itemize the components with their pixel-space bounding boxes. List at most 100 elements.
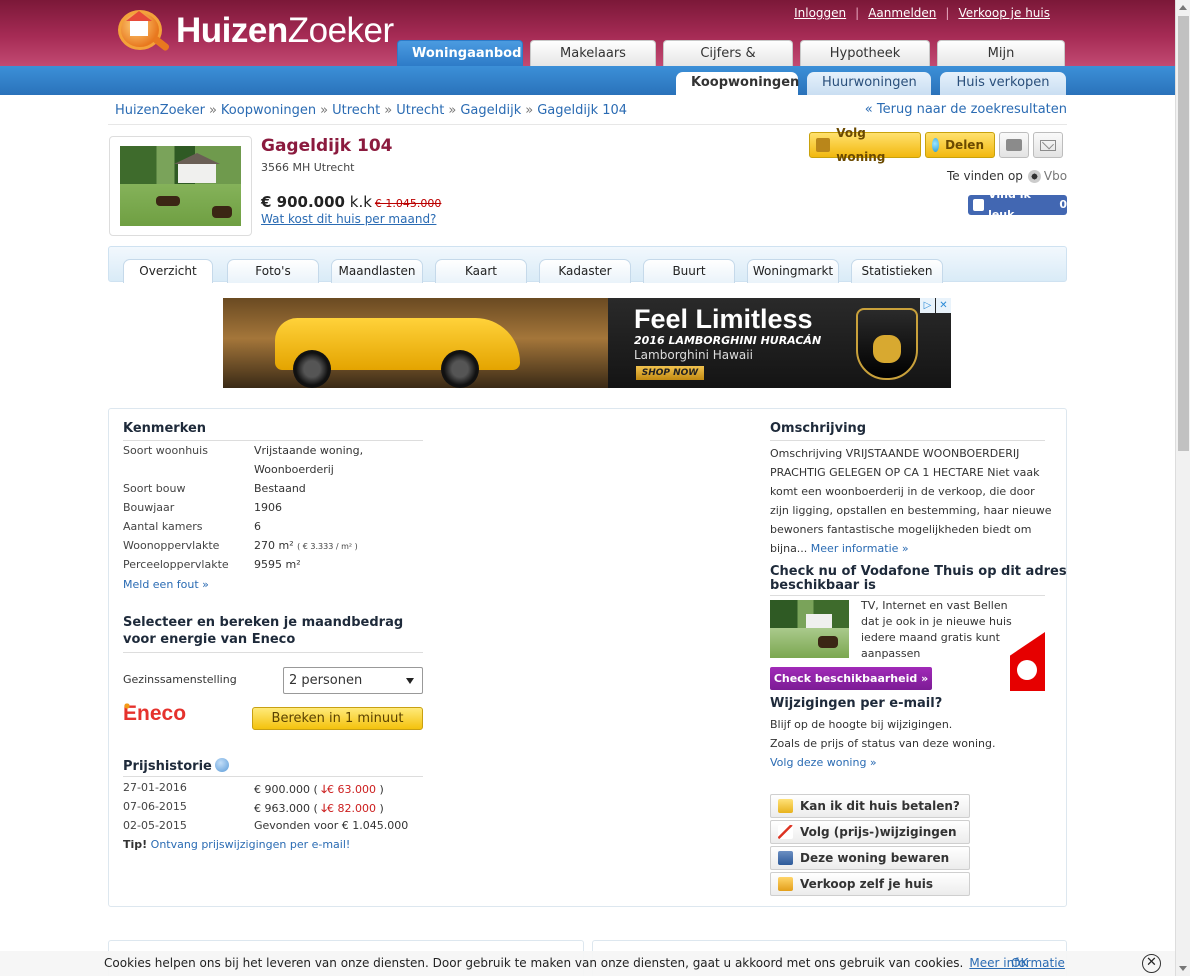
property-title: Gageldijk 104 <box>261 136 393 156</box>
register-link[interactable]: Aanmelden <box>868 6 936 20</box>
kenmerk-value: 6 <box>254 520 261 533</box>
ad-shop-now-button[interactable]: SHOP NOW <box>636 366 704 380</box>
site-logo[interactable]: HuizenZoeker <box>112 6 394 56</box>
sub-nav: Koopwoningen Huurwoningen Huis verkopen <box>676 72 1066 95</box>
tab-fotos[interactable]: Foto's <box>227 259 319 283</box>
sell-house-link[interactable]: Verkoop je huis <box>958 6 1050 20</box>
cookie-bar: Cookies helpen ons bij het leveren van o… <box>0 951 1175 976</box>
cookie-ok-button[interactable]: OK <box>1011 951 1028 976</box>
subtab-huis-verkopen[interactable]: Huis verkopen <box>940 72 1066 95</box>
report-error-link[interactable]: Meld een fout » <box>123 578 323 591</box>
sell-yourself-button[interactable]: Verkoop zelf je huis <box>770 872 970 896</box>
price-alert-link[interactable]: Ontvang prijswijzigingen per e-mail! <box>151 838 351 851</box>
divider <box>123 440 423 441</box>
subtab-koopwoningen[interactable]: Koopwoningen <box>676 72 799 95</box>
kenmerken-table: Soort woonhuis Vrijstaande woning, Woonbo… <box>123 444 423 604</box>
history-price: € 963.000 ( 🡓€ 82.000 ) <box>254 802 384 815</box>
kenmerk-label: Bouwjaar <box>123 501 175 514</box>
property-actions: Volg woning Delen <box>809 126 1063 164</box>
household-select[interactable]: 2 personen <box>283 667 423 694</box>
cookie-text: Cookies helpen ons bij het leveren van o… <box>104 956 1065 970</box>
ad-choices[interactable]: ▷ ✕ <box>920 298 951 313</box>
eneco-logo: Eneco <box>121 700 187 725</box>
breadcrumb-street[interactable]: Gageldijk <box>460 103 521 118</box>
breadcrumb-province[interactable]: Utrecht <box>332 103 380 118</box>
tab-overzicht[interactable]: Overzicht <box>123 259 213 283</box>
follow-property-button[interactable]: Volg woning <box>809 126 921 164</box>
breadcrumb-koopwoningen[interactable]: Koopwoningen <box>221 103 316 118</box>
property-thumbnail[interactable] <box>109 136 252 236</box>
page-scrollbar[interactable] <box>1175 0 1190 976</box>
scroll-down-icon[interactable] <box>1179 966 1187 971</box>
monthly-cost-link[interactable]: Wat kost dit huis per maand? <box>261 212 436 226</box>
scroll-thumb[interactable] <box>1178 16 1189 451</box>
tab-hypotheek[interactable]: Hypotheek <box>800 40 930 66</box>
logo-text: HuizenZoeker <box>176 11 394 50</box>
save-property-button[interactable]: Deze woning bewaren <box>770 846 970 870</box>
history-price: € 900.000 ( 🡓€ 63.000 ) <box>254 783 384 796</box>
divider <box>770 440 1045 441</box>
tab-statistieken[interactable]: Statistieken <box>851 259 943 283</box>
tab-buurt[interactable]: Buurt <box>643 259 735 283</box>
breadcrumb-current[interactable]: Gageldijk 104 <box>537 103 627 118</box>
ad-model: 2016 LAMBORGHINI HURACÁN <box>634 334 822 347</box>
follow-this-property-link[interactable]: Volg deze woning » <box>770 756 877 769</box>
vodafone-title-1: Check nu of Vodafone Thuis op dit adres <box>770 564 1067 579</box>
property-address: 3566 MH Utrecht <box>261 161 355 174</box>
kenmerken-title: Kenmerken <box>123 421 207 436</box>
old-price: € 1.045.000 <box>374 197 442 210</box>
email-line-2: Zoals de prijs of status van deze woning… <box>770 737 996 750</box>
breadcrumb-home[interactable]: HuizenZoeker <box>115 103 205 118</box>
email-button[interactable] <box>1033 132 1063 158</box>
tab-cijfers-trends[interactable]: Cijfers & Trends <box>663 40 793 86</box>
tab-mijn-huizenzoeker[interactable]: Mijn HuizenZoeker <box>937 40 1065 86</box>
kenmerk-label: Soort woonhuis <box>123 444 208 457</box>
kenmerk-value: 1906 <box>254 501 282 514</box>
tab-maandlasten[interactable]: Maandlasten <box>331 259 423 283</box>
price-history-table: 27-01-2016 € 900.000 ( 🡓€ 63.000 ) 07-06-… <box>123 781 423 841</box>
calculate-button[interactable]: Bereken in 1 minuut <box>252 707 423 730</box>
tab-kadaster[interactable]: Kadaster <box>539 259 631 283</box>
separator: | <box>855 6 860 20</box>
ad-headline: Feel Limitless <box>634 304 813 334</box>
kenmerk-value: 9595 m² <box>254 558 301 571</box>
breadcrumb: HuizenZoeker» Koopwoningen» Utrecht» Utrech… <box>115 103 628 118</box>
main-nav: Woningaanbod Makelaars Cijfers & Trends … <box>397 40 1065 86</box>
history-date: 02-05-2015 <box>123 819 187 832</box>
tab-woningmarkt[interactable]: Woningmarkt <box>747 259 839 283</box>
share-button[interactable]: Delen <box>925 132 995 158</box>
check-availability-button[interactable]: Check beschikbaarheid » <box>770 667 932 690</box>
site-header: HuizenZoeker Inloggen | Aanmelden | Verk… <box>0 0 1175 86</box>
vodafone-title-2: beschikbaar is <box>770 578 876 593</box>
divider <box>123 652 423 653</box>
chevron-down-icon <box>406 678 414 684</box>
tab-makelaars[interactable]: Makelaars <box>530 40 656 66</box>
subtab-huurwoningen[interactable]: Huurwoningen <box>807 72 931 95</box>
kenmerk-value: Woonboerderij <box>254 463 334 476</box>
ad-dealer: Lamborghini Hawaii <box>634 348 753 362</box>
facebook-like-button[interactable]: Vind ik leuk 0 <box>968 188 1067 221</box>
print-button[interactable] <box>999 132 1029 158</box>
kenmerk-label: Soort bouw <box>123 482 186 495</box>
more-info-link[interactable]: Meer informatie » <box>811 542 909 555</box>
vbo-link[interactable]: Vbo <box>1027 169 1067 183</box>
login-link[interactable]: Inloggen <box>794 6 846 20</box>
tab-kaart[interactable]: Kaart <box>435 259 527 283</box>
kenmerk-value: 270 m² ( € 3.333 / m² ) <box>254 539 358 552</box>
top-links: Inloggen | Aanmelden | Verkoop je huis <box>794 6 1050 20</box>
advertisement-banner[interactable]: Feel Limitless 2016 LAMBORGHINI HURACÁN … <box>223 298 951 388</box>
help-icon[interactable] <box>214 758 229 772</box>
thumbs-up-icon <box>973 199 985 211</box>
tab-woningaanbod[interactable]: Woningaanbod <box>397 40 523 66</box>
scroll-up-icon[interactable] <box>1179 5 1187 10</box>
house-icon <box>816 138 831 152</box>
energy-title-1: Selecteer en bereken je maandbedrag <box>123 615 404 630</box>
globe-icon <box>932 138 940 152</box>
breadcrumb-city[interactable]: Utrecht <box>396 103 444 118</box>
separator: | <box>945 6 950 20</box>
follow-changes-button[interactable]: Volg (prijs-)wijzigingen <box>770 820 970 844</box>
affordability-button[interactable]: Kan ik dit huis betalen? <box>770 794 970 818</box>
close-icon[interactable]: ✕ <box>1142 954 1161 973</box>
detail-tabs: Overzicht Foto's Maandlasten Kaart Kadas… <box>108 246 1067 283</box>
back-to-results-link[interactable]: « Terug naar de zoekresultaten <box>865 102 1067 117</box>
